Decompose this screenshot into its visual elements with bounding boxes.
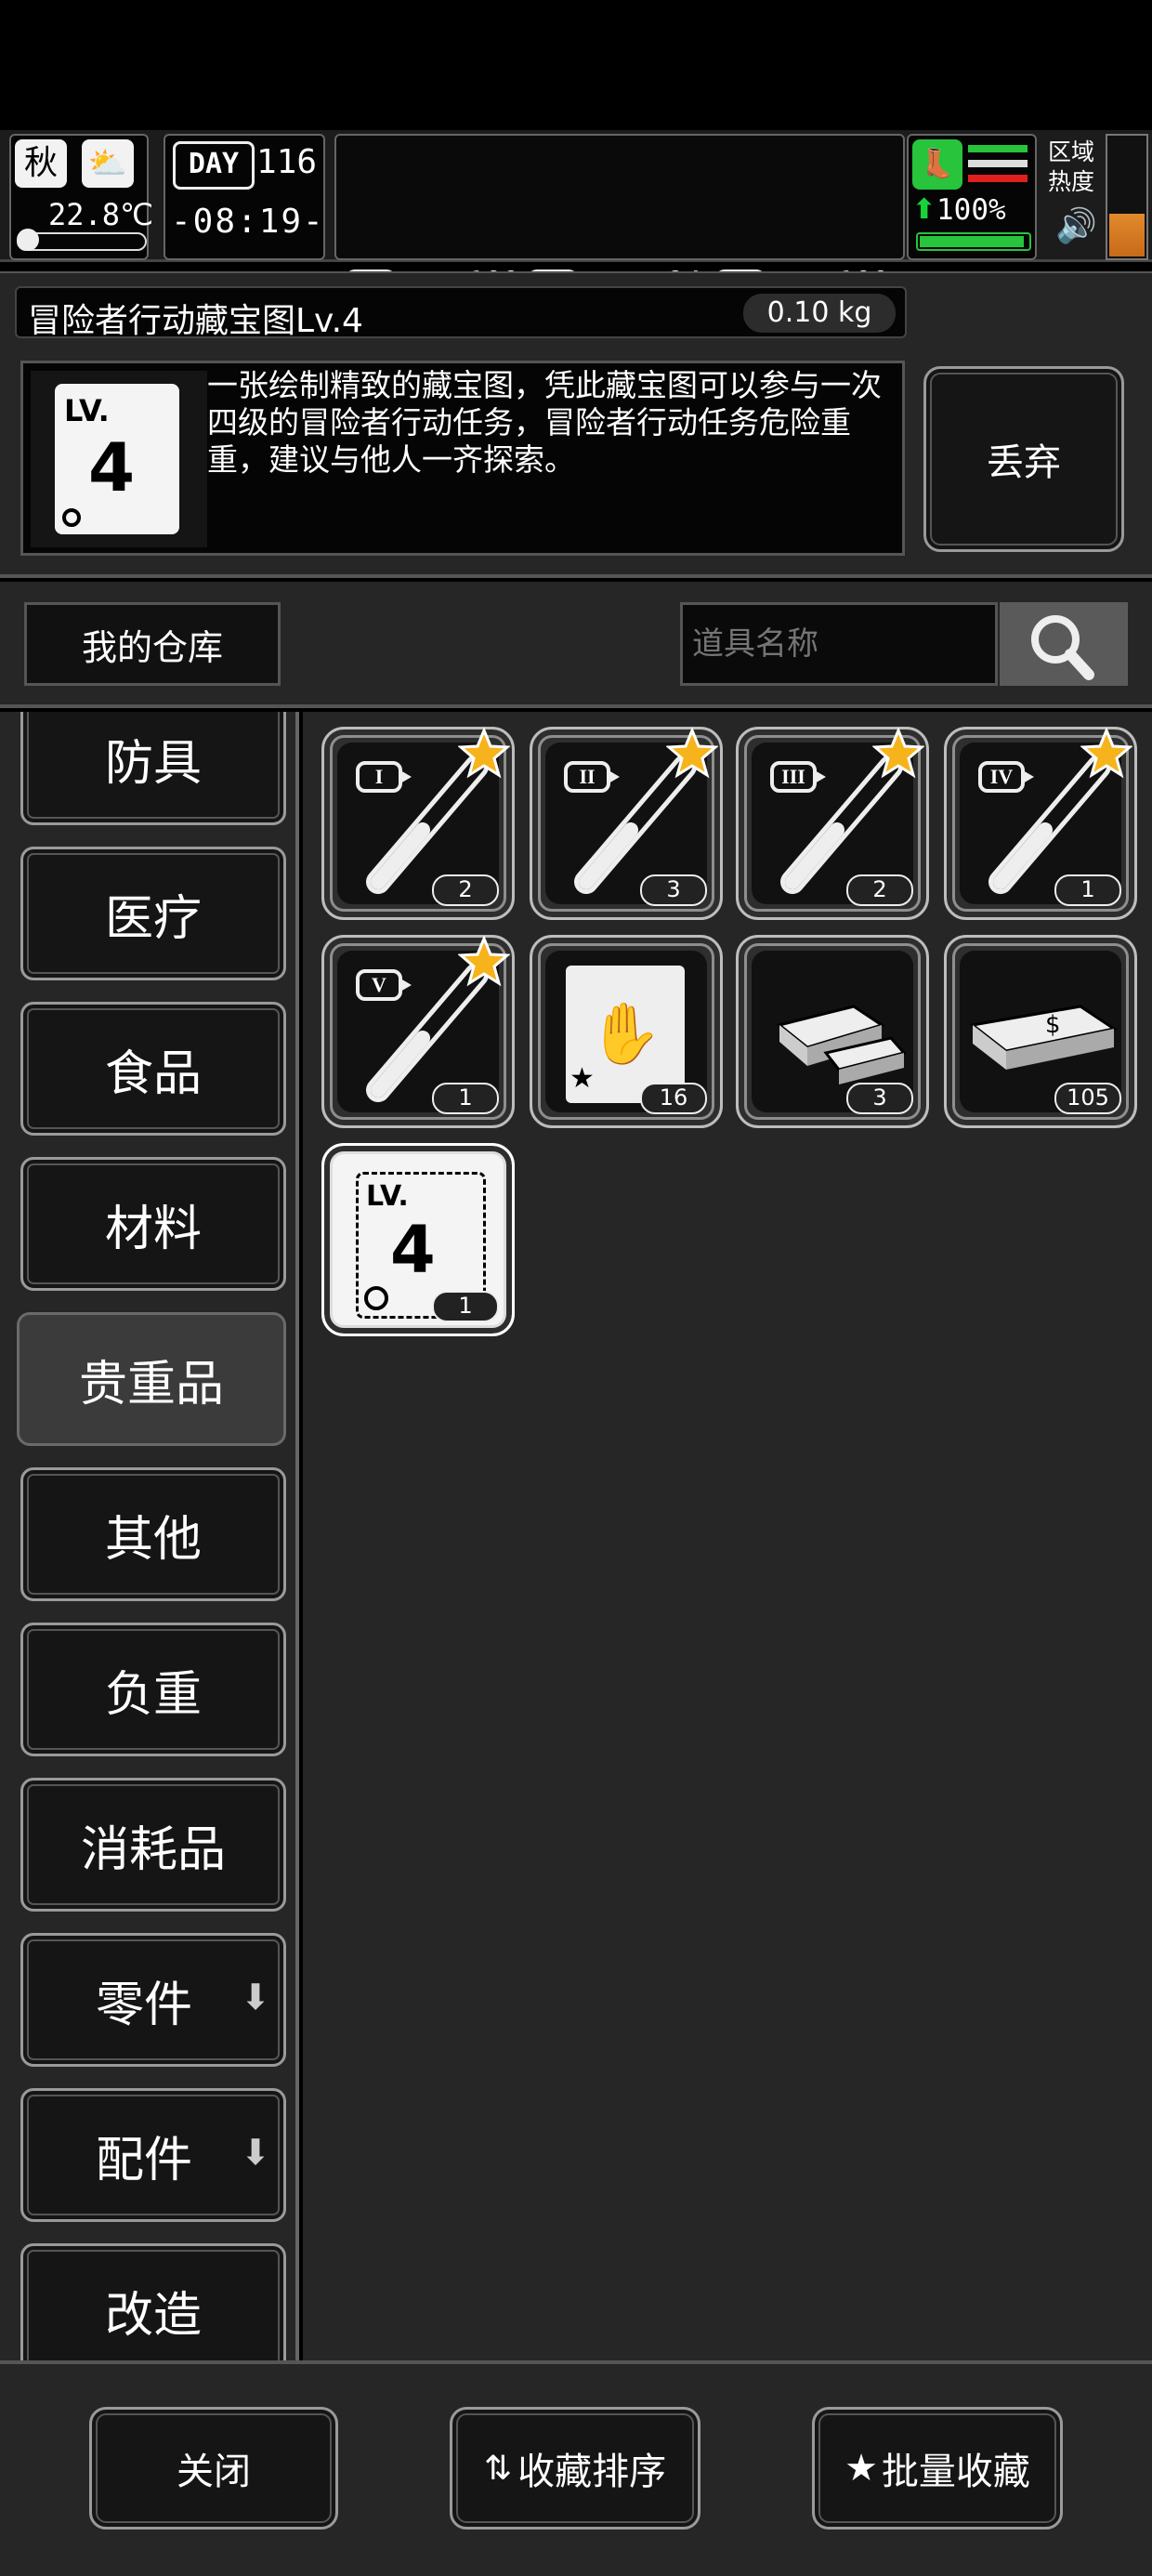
category-sidebar[interactable]: 防具医疗食品材料贵重品其他负重消耗品零件 ⬇ 配件 ⬇ 改造: [0, 712, 299, 2360]
status-hud: 秋 ⛅ 22.8℃ DAY 116 -08:19- ✚⬆100%◐⬇94%⊖⬆1…: [0, 130, 1152, 383]
close-button[interactable]: 关闭: [89, 2407, 338, 2530]
item-count: 16: [640, 1083, 707, 1114]
item-count: 3: [640, 874, 707, 906]
day-time-panel: DAY 116 -08:19-: [164, 134, 325, 260]
category-11[interactable]: 改造: [20, 2243, 286, 2360]
star-plus-icon: ★: [844, 2447, 878, 2490]
map-level-text: LV.: [366, 1180, 409, 1213]
tier-label: III: [781, 765, 805, 788]
item-slot[interactable]: V1: [321, 935, 515, 1128]
favorite-star-icon: [665, 727, 719, 780]
partly-cloudy-icon: ⛅: [82, 139, 134, 188]
expand-arrow-icon: ⬇: [241, 1977, 270, 2017]
category-label: 贵重品: [78, 1356, 224, 1413]
search-button[interactable]: [1000, 602, 1128, 686]
item-name: 冒险者行动藏宝图Lv.4: [28, 302, 363, 340]
speaker-icon[interactable]: 🔊: [1055, 206, 1097, 245]
temperature: 22.8℃: [48, 197, 153, 232]
item-count: 1: [1054, 874, 1121, 906]
stamina-up-arrow: ⬆: [912, 193, 936, 226]
category-label: 改造: [104, 2287, 202, 2344]
tier-label: I: [374, 765, 384, 788]
day-label: DAY: [173, 141, 255, 190]
item-slot[interactable]: IV 1: [944, 727, 1137, 920]
item-search-input[interactable]: [680, 602, 998, 686]
map-level-number: 4: [390, 1212, 436, 1288]
favorite-star-icon: [457, 727, 511, 780]
zone-heat-label: 区域热度: [1048, 138, 1095, 195]
category-label: 其他: [104, 1511, 202, 1568]
tier-label: II: [579, 765, 596, 788]
boot-icon: 👢: [912, 139, 962, 190]
stamina-bar: [916, 232, 1031, 251]
warehouse-header: 我的仓库: [0, 582, 1152, 708]
search-icon: [1031, 615, 1094, 680]
item-count: 2: [846, 874, 913, 906]
category-5[interactable]: 贵重品: [17, 1312, 286, 1446]
item-slot[interactable]: III 2: [736, 727, 929, 920]
warehouse-title: 我的仓库: [24, 602, 281, 686]
expand-arrow-icon: ⬇: [241, 2132, 270, 2173]
item-description: 一张绘制精致的藏宝图，凭此藏宝图可以参与一次四级的冒险者行动任务，冒险者行动任务…: [207, 367, 882, 478]
item-header: 冒险者行动藏宝图Lv.4 0.10 kg: [15, 286, 907, 340]
item-detail-panel: 冒险者行动藏宝图Lv.4 0.10 kg LV. 4 一张绘制精致的藏宝图，凭此…: [0, 271, 1152, 578]
discard-button[interactable]: 丢弃: [923, 366, 1124, 552]
batch-favorite-button[interactable]: ★ 批量收藏: [812, 2407, 1063, 2530]
category-label: 医疗: [104, 890, 202, 947]
favorite-star-icon: [1080, 727, 1133, 780]
category-4[interactable]: 材料: [20, 1157, 286, 1291]
category-label: 材料: [104, 1201, 202, 1257]
category-9[interactable]: 零件 ⬇: [20, 1933, 286, 2067]
map-level-number: 4: [88, 428, 136, 506]
stamina-value: 100%: [936, 193, 1006, 227]
item-grid: I 2 II 3 III 2 IV 1 V 1 ✋ ★ 16 3 $105 LV. 4 1: [303, 712, 1152, 2360]
favorite-star-icon: [457, 935, 511, 988]
item-count: 3: [846, 1083, 913, 1114]
season-icon: 秋: [15, 139, 67, 188]
item-weight: 0.10 kg: [743, 294, 896, 333]
item-slot[interactable]: $105: [944, 935, 1137, 1128]
treasure-map-icon: LV. 4: [31, 371, 207, 547]
category-6[interactable]: 其他: [20, 1467, 286, 1601]
item-slot[interactable]: ✋ ★ 16: [530, 935, 723, 1128]
category-label: 消耗品: [80, 1821, 226, 1878]
sort-favorites-button[interactable]: ⇅ 收藏排序: [450, 2407, 700, 2530]
category-10[interactable]: 配件 ⬇: [20, 2088, 286, 2222]
category-label: 零件: [95, 1977, 192, 2033]
category-label: 食品: [104, 1045, 202, 1102]
item-slot[interactable]: LV. 4 1: [321, 1143, 515, 1336]
item-count: 1: [432, 1083, 499, 1114]
vitals-panel: [334, 134, 905, 260]
item-info-box: LV. 4 一张绘制精致的藏宝图，凭此藏宝图可以参与一次四级的冒险者行动任务，冒…: [20, 361, 905, 556]
category-1[interactable]: 防具: [20, 712, 286, 825]
category-3[interactable]: 食品: [20, 1002, 286, 1136]
category-label: 防具: [104, 735, 202, 792]
category-label: 配件: [95, 2132, 192, 2188]
category-8[interactable]: 消耗品: [20, 1778, 286, 1912]
game-clock: -08:19-: [171, 203, 325, 241]
category-2[interactable]: 医疗: [20, 847, 286, 980]
favorite-star-icon: [871, 727, 925, 780]
item-slot[interactable]: II 3: [530, 727, 723, 920]
thermometer-icon: [17, 229, 147, 251]
item-slot[interactable]: I2: [321, 727, 515, 920]
item-slot[interactable]: 3: [736, 935, 929, 1128]
batch-favorite-label: 批量收藏: [881, 2451, 1030, 2493]
tier-label: IV: [989, 765, 1014, 788]
zone-heat-meter: [1106, 134, 1148, 260]
weather-panel: 秋 ⛅ 22.8℃: [9, 134, 153, 260]
svg-text:$: $: [1045, 1011, 1061, 1039]
swap-arrows-icon: ⇅: [483, 2449, 513, 2488]
item-count: 1: [432, 1291, 499, 1322]
sort-favorites-label: 收藏排序: [517, 2451, 667, 2493]
category-7[interactable]: 负重: [20, 1623, 286, 1756]
tier-label: V: [372, 973, 386, 996]
day-number: 116: [256, 143, 318, 181]
map-level-text: LV.: [64, 393, 110, 428]
stamina-panel: 👢 ⬆ 100%: [907, 134, 1037, 260]
item-count: 2: [432, 874, 499, 906]
season-label: 秋: [23, 144, 58, 182]
item-count: 105: [1054, 1083, 1121, 1114]
category-label: 负重: [104, 1666, 202, 1723]
